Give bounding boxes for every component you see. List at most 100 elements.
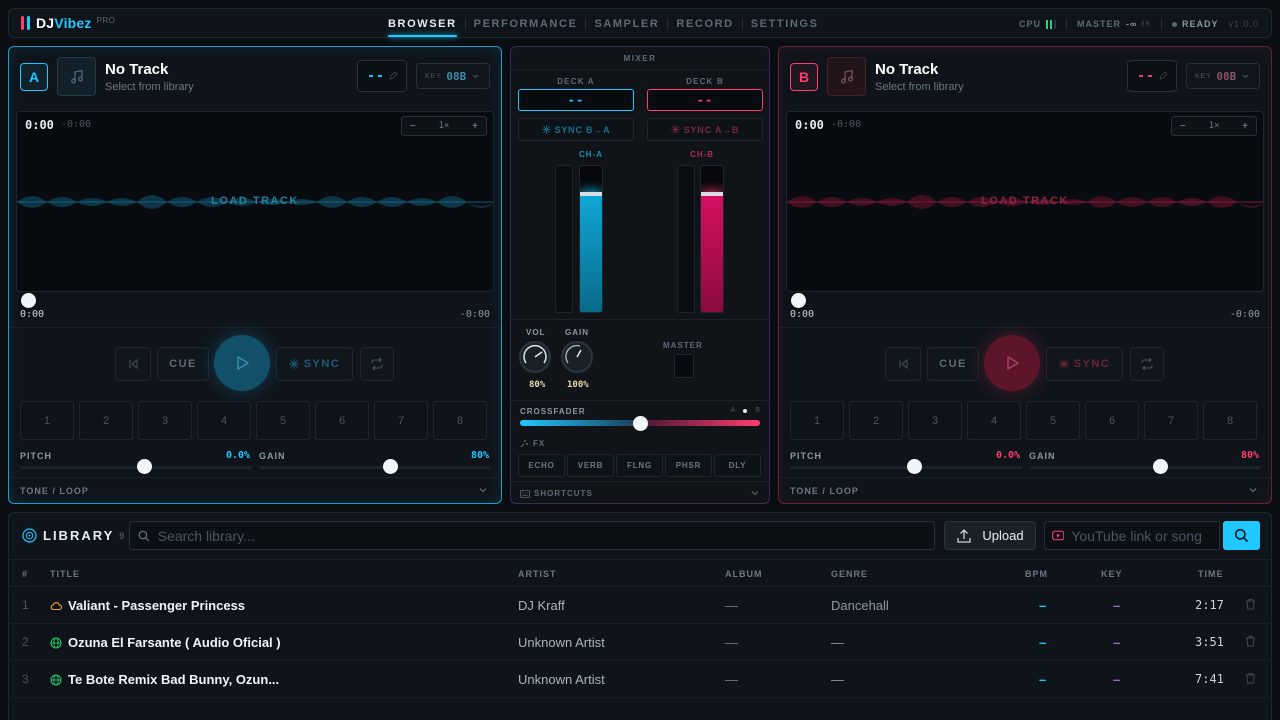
- deck-b-pad[interactable]: 7: [1144, 401, 1198, 440]
- deck-b-zoom-control: − 1× +: [1171, 116, 1257, 136]
- deck-a-pitch-track[interactable]: [20, 466, 252, 469]
- deck-a-sync-button[interactable]: SYNC: [276, 347, 353, 381]
- deck-a-artwork: [57, 57, 96, 96]
- channel-b-fader[interactable]: [700, 165, 724, 313]
- deck-b-elapsed-time: 0:00: [795, 118, 824, 132]
- fx-delay-button[interactable]: DLY: [714, 454, 761, 477]
- nav-tab-browser[interactable]: BROWSER: [388, 9, 457, 39]
- crossfader-handle[interactable]: [632, 416, 648, 431]
- deck-a-pad[interactable]: 3: [138, 401, 192, 440]
- deck-a-pad[interactable]: 7: [374, 401, 428, 440]
- fx-echo-button[interactable]: ECHO: [518, 454, 565, 477]
- nav-tab-record[interactable]: RECORD: [676, 9, 733, 39]
- trash-icon: [1246, 636, 1255, 647]
- deck-a-play-button[interactable]: [214, 335, 270, 391]
- delete-track-button[interactable]: [1245, 672, 1256, 687]
- fx-flanger-button[interactable]: FLNG: [616, 454, 663, 477]
- deck-b-sync-button[interactable]: SYNC: [1046, 347, 1123, 381]
- deck-b-zoom-in-button[interactable]: +: [1242, 121, 1248, 132]
- deck-b-pad[interactable]: 6: [1085, 401, 1139, 440]
- channel-b-fader-handle[interactable]: [701, 192, 723, 197]
- deck-a-gain-handle[interactable]: [383, 459, 398, 474]
- table-row[interactable]: 2 Ozuna El Farsante ( Audio Oficial ) Un…: [9, 624, 1271, 661]
- gain-knob[interactable]: [561, 341, 593, 373]
- master-meter: [674, 354, 694, 378]
- mixer-deck-b-bpm: --: [647, 89, 763, 111]
- deck-a-loop-button[interactable]: [360, 347, 394, 381]
- delete-track-button[interactable]: [1245, 635, 1256, 650]
- upload-button[interactable]: Upload: [944, 521, 1036, 550]
- nav-tab-settings[interactable]: SETTINGS: [751, 9, 819, 39]
- nav-tab-performance[interactable]: PERFORMANCE: [474, 9, 578, 39]
- deck-a-zoom-out-button[interactable]: −: [410, 121, 416, 132]
- deck-a-skip-back-button[interactable]: [115, 347, 151, 381]
- deck-b-pad[interactable]: 1: [790, 401, 844, 440]
- deck-a-pad[interactable]: 2: [79, 401, 133, 440]
- crossfader-a-label: A: [730, 407, 736, 414]
- col-header-bpm[interactable]: BPM: [1025, 569, 1048, 579]
- col-header-artist[interactable]: ARTIST: [518, 569, 557, 579]
- youtube-search-button[interactable]: [1223, 521, 1260, 550]
- deck-b-cue-button[interactable]: CUE: [927, 347, 979, 381]
- row-bpm: –: [1039, 598, 1047, 613]
- deck-a-gain-track[interactable]: [259, 466, 491, 469]
- shortcuts-toggle[interactable]: SHORTCUTS: [511, 481, 769, 503]
- deck-b-play-button[interactable]: [984, 335, 1040, 391]
- library-search-input[interactable]: [157, 527, 934, 544]
- deck-a-cue-button[interactable]: CUE: [157, 347, 209, 381]
- delete-track-button[interactable]: [1245, 598, 1256, 613]
- deck-b-seek-handle[interactable]: [791, 293, 806, 308]
- channel-a-fader-handle[interactable]: [580, 192, 602, 197]
- sync-a-to-b-button[interactable]: SYNC A→B: [647, 118, 763, 141]
- deck-b-waveform[interactable]: 0:00 -0:00 − 1× + LOAD TRACK: [786, 111, 1264, 292]
- fx-verb-button[interactable]: VERB: [567, 454, 614, 477]
- deck-b-pad[interactable]: 8: [1203, 401, 1257, 440]
- music-note-icon: [840, 69, 853, 83]
- deck-b-bpm-display[interactable]: --: [1127, 60, 1177, 92]
- deck-a-pitch-handle[interactable]: [137, 459, 152, 474]
- nav-tab-sampler[interactable]: SAMPLER: [594, 9, 659, 39]
- deck-b-pad[interactable]: 5: [1026, 401, 1080, 440]
- deck-b-pitch-handle[interactable]: [907, 459, 922, 474]
- library-header: LIBRARY 9 Upload: [9, 513, 1271, 559]
- deck-a-pad[interactable]: 6: [315, 401, 369, 440]
- deck-b-pad[interactable]: 4: [967, 401, 1021, 440]
- deck-a-zoom-in-button[interactable]: +: [472, 121, 478, 132]
- deck-b-key-select[interactable]: KEY 08B: [1186, 63, 1260, 89]
- vol-knob[interactable]: [519, 341, 551, 373]
- deck-a-bpm-display[interactable]: --: [357, 60, 407, 92]
- deck-b-skip-back-button[interactable]: [885, 347, 921, 381]
- deck-a-header: A No Track Select from library -- KEY 08…: [9, 47, 501, 107]
- deck-b-gain-handle[interactable]: [1153, 459, 1168, 474]
- col-header-album[interactable]: ALBUM: [725, 569, 763, 579]
- col-header-title[interactable]: TITLE: [50, 569, 80, 579]
- deck-a-key-select[interactable]: KEY 08B: [416, 63, 490, 89]
- deck-a-pad[interactable]: 8: [433, 401, 487, 440]
- col-header-time[interactable]: TIME: [1198, 569, 1224, 579]
- deck-b-pad[interactable]: 3: [908, 401, 962, 440]
- deck-a-pad[interactable]: 1: [20, 401, 74, 440]
- deck-b-zoom-out-button[interactable]: −: [1180, 121, 1186, 132]
- col-header-key[interactable]: KEY: [1101, 569, 1123, 579]
- deck-b-gain-value: 80%: [1241, 450, 1260, 461]
- deck-a-waveform[interactable]: 0:00 -0:00 − 1× + LOAD TRACK: [16, 111, 494, 292]
- deck-b-pitch-track[interactable]: [790, 466, 1022, 469]
- app-logo[interactable]: DJVibez PRO: [21, 15, 115, 31]
- table-row[interactable]: 1 Valiant - Passenger Princess DJ Kraff …: [9, 587, 1271, 624]
- deck-b-tone-loop-toggle[interactable]: TONE / LOOP: [779, 477, 1271, 503]
- col-header-genre[interactable]: GENRE: [831, 569, 868, 579]
- sync-b-to-a-button[interactable]: SYNC B→A: [518, 118, 634, 141]
- deck-b-loop-button[interactable]: [1130, 347, 1164, 381]
- deck-a-pad[interactable]: 5: [256, 401, 310, 440]
- youtube-link-input[interactable]: [1071, 527, 1219, 544]
- deck-a-pad[interactable]: 4: [197, 401, 251, 440]
- channel-a-fader[interactable]: [579, 165, 603, 313]
- row-genre: —: [831, 672, 844, 687]
- master-label: MASTER: [1076, 19, 1121, 29]
- fx-phaser-button[interactable]: PHSR: [665, 454, 712, 477]
- deck-b-gain-track[interactable]: [1029, 466, 1261, 469]
- deck-a-seek-handle[interactable]: [21, 293, 36, 308]
- deck-a-tone-loop-toggle[interactable]: TONE / LOOP: [9, 477, 501, 503]
- table-row[interactable]: 3 Te Bote Remix Bad Bunny, Ozun... Unkno…: [9, 661, 1271, 698]
- deck-b-pad[interactable]: 2: [849, 401, 903, 440]
